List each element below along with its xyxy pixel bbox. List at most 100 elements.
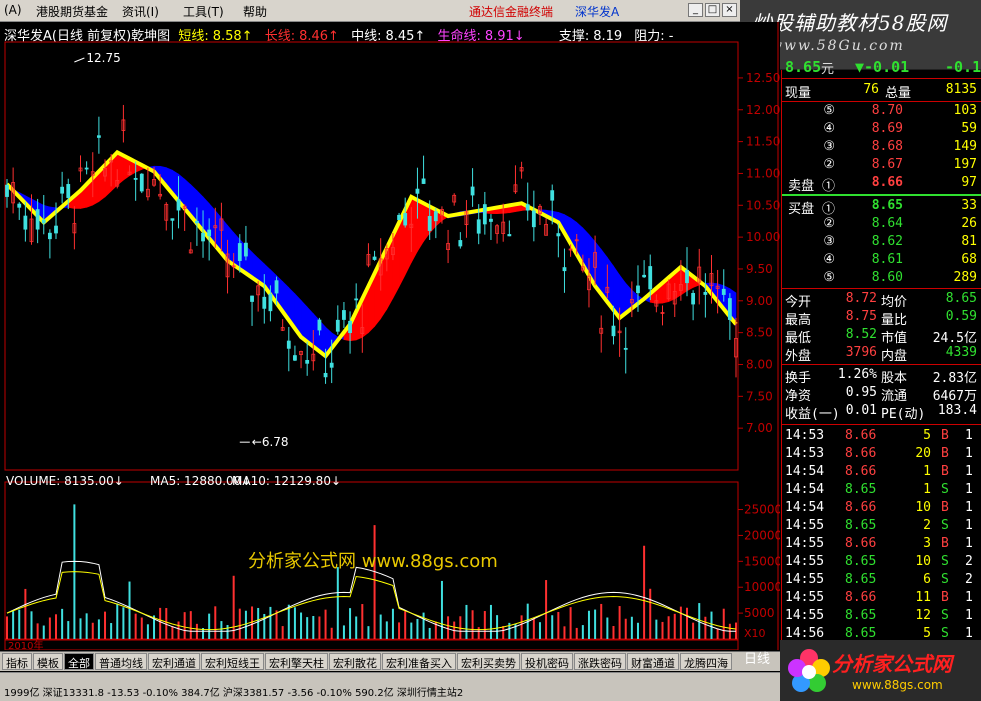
ma10-label: MA10: 12129.80↓ — [232, 474, 341, 488]
menu-item-hk-futures[interactable]: 港股期货基金 — [36, 3, 108, 20]
tick-row: 14:55 8.66 11 B 1 — [785, 590, 973, 605]
tab-11[interactable]: 涨跌密码 — [574, 653, 626, 670]
logo-58gu-url: www.58Gu.com — [770, 38, 905, 54]
candle-body — [470, 186, 475, 196]
candle-body — [354, 298, 359, 301]
bid-row: ② 8.64 26 — [823, 216, 977, 231]
candle-body — [139, 173, 144, 192]
price-tick-label: 9.50 — [746, 262, 773, 276]
ribbon-segment — [417, 201, 424, 253]
menu-item-a[interactable]: (A) — [4, 3, 22, 17]
candle-body — [286, 340, 291, 349]
tick-row: 14:53 8.66 5 B 1 — [785, 428, 973, 443]
candle-body — [556, 233, 561, 237]
price-tick-label: 10.00 — [746, 230, 780, 244]
volume-unit-label: X10 — [744, 627, 766, 640]
candle-body — [703, 291, 708, 295]
price-unit: 元 — [821, 62, 835, 77]
candle-body — [41, 219, 46, 224]
status-bar: 1999亿 深证13331.8 -13.53 -0.10% 384.7亿 沪深3… — [0, 672, 780, 701]
price-header: 8.65 元 ▼-0.01 -0.12 — [785, 58, 981, 80]
tab-9[interactable]: 宏利买卖势 — [457, 653, 520, 670]
candle-body — [507, 234, 512, 237]
candle-body — [133, 178, 138, 180]
ask-row: ④ 8.69 59 — [823, 121, 977, 136]
menu-item-tools[interactable]: 工具(T) — [183, 3, 224, 20]
high-price-label: 12.75 — [86, 51, 120, 65]
divider — [782, 364, 981, 365]
candle-body — [262, 296, 267, 309]
finance-row: 净资 0.95 流通 6467万 — [785, 385, 977, 404]
stat-row: 最高 8.75 量比 0.59 — [785, 309, 977, 328]
current-volume: 76 — [863, 82, 879, 97]
candle-body — [476, 219, 481, 234]
candle-body — [250, 295, 254, 302]
high-marker — [74, 57, 85, 63]
candle-body — [60, 186, 65, 194]
stat-row: 最低 8.52 市值 24.5亿 — [785, 327, 977, 346]
stat-row: 今开 8.72 均价 8.65 — [785, 291, 977, 310]
candle-body — [195, 220, 199, 224]
candle-body — [17, 203, 22, 208]
candle-body — [348, 320, 352, 334]
ask-row: ⑤ 8.70 103 — [823, 103, 977, 118]
price-tick-label: 12.00 — [746, 103, 780, 117]
candle-body — [642, 274, 647, 278]
flower-icon — [788, 649, 830, 692]
tab-12[interactable]: 财富通道 — [627, 653, 679, 670]
volume-tick-label: 10000 — [744, 580, 780, 594]
candle-body — [274, 280, 279, 294]
candle-body — [691, 292, 696, 305]
app-title: 通达信金融终端 — [469, 5, 554, 19]
menu-item-news[interactable]: 资讯(I) — [122, 3, 159, 20]
volume-title: VOLUME: 8135.00↓ — [6, 474, 124, 488]
candle-body — [489, 218, 493, 222]
ribbon-segment — [509, 205, 516, 214]
finance-row: 换手 1.26% 股本 2.83亿 — [785, 367, 977, 386]
tick-row: 14:54 8.66 1 B 1 — [785, 464, 973, 479]
current-stock-name: 深华发A — [575, 5, 620, 19]
price-tick-label: 11.50 — [746, 135, 780, 149]
candle-body — [54, 225, 58, 234]
tab-13[interactable]: 龙腾四海 — [680, 653, 732, 670]
tab-6[interactable]: 宏利擎天柱 — [265, 653, 328, 670]
divider — [782, 78, 981, 79]
tab-7[interactable]: 宏利散花 — [329, 653, 381, 670]
candle-body — [268, 293, 273, 312]
candle-body — [317, 319, 322, 331]
tab-1[interactable]: 模板 — [33, 653, 63, 670]
logo-88gs-text: 分析家公式网 — [832, 652, 952, 676]
tab-0[interactable]: 指标 — [2, 653, 32, 670]
ask-row: 卖盘 ① 8.66 97 — [788, 175, 977, 194]
candle-body — [335, 319, 340, 332]
candle-body — [305, 359, 310, 364]
quote-panel: 8.65 元 ▼-0.01 -0.12 现量 76 总量 8135 ⑤8.701… — [781, 58, 981, 650]
restore-button[interactable]: □ — [705, 3, 720, 17]
candle-body — [207, 229, 212, 237]
tab-8[interactable]: 宏利准备买入 — [382, 653, 456, 670]
tab-10[interactable]: 投机密码 — [521, 653, 573, 670]
price-tick-label: 10.50 — [746, 198, 780, 212]
tab-5[interactable]: 宏利短线王 — [201, 653, 264, 670]
candle-body — [170, 218, 175, 221]
tick-row: 14:53 8.66 20 B 1 — [785, 446, 973, 461]
bid-ask-divider — [782, 194, 981, 196]
tab-4[interactable]: 宏利通道 — [148, 653, 200, 670]
candle-body — [201, 232, 205, 242]
volume-row: 现量 76 总量 8135 — [785, 82, 977, 101]
candle-body — [685, 269, 689, 284]
candle-body — [623, 347, 628, 350]
minimize-button[interactable]: _ — [688, 3, 703, 17]
bid-row: ⑤ 8.60 289 — [823, 270, 977, 285]
candle-body — [5, 184, 9, 197]
price-tick-label: 12.50 — [746, 71, 780, 85]
tab-2[interactable]: 全部 — [64, 653, 94, 670]
candle-body — [415, 188, 420, 194]
candle-body — [433, 211, 438, 222]
candle-body — [397, 214, 401, 221]
tab-3[interactable]: 普通均线 — [95, 653, 147, 670]
menu-item-help[interactable]: 帮助 — [243, 3, 267, 20]
close-button[interactable]: × — [722, 3, 737, 17]
tick-row: 14:55 8.65 6 S 2 — [785, 572, 973, 587]
period-label[interactable]: 日线 — [744, 648, 770, 667]
